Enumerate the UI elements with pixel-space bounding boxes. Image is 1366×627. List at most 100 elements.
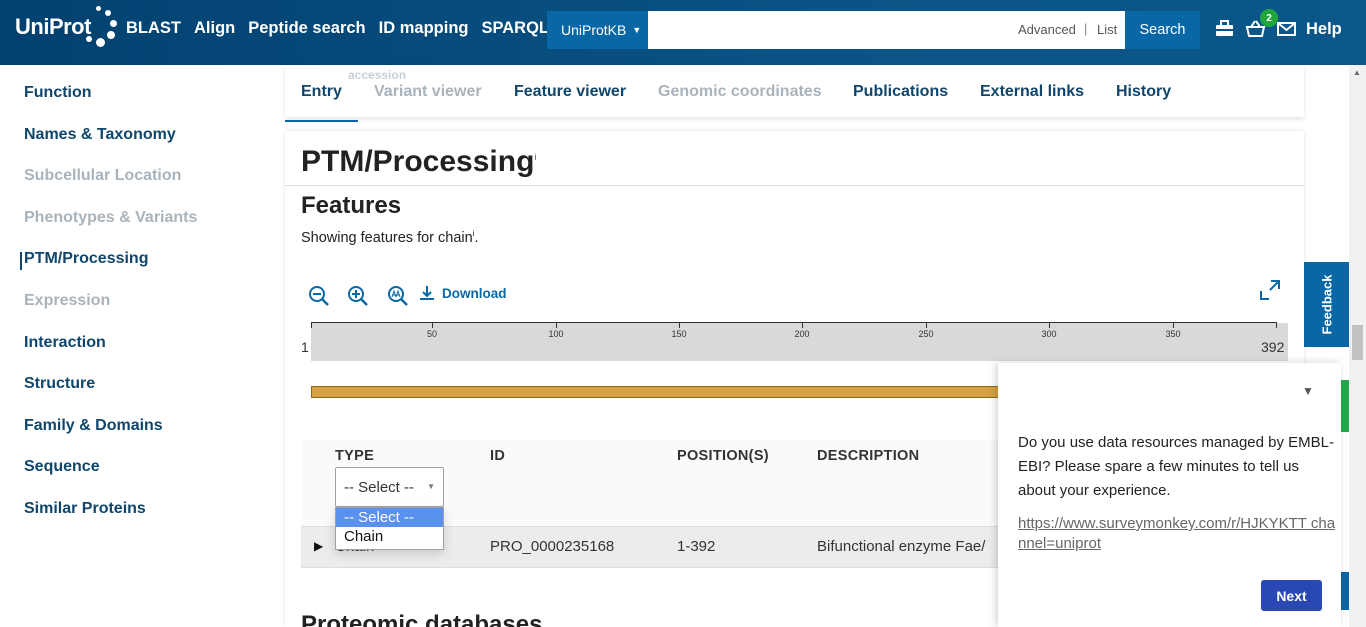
nav-id-mapping[interactable]: ID mapping xyxy=(379,19,469,38)
mail-icon[interactable] xyxy=(1276,19,1297,39)
type-filter-select[interactable]: -- Select -- ▼ xyxy=(335,467,444,507)
ruler-tick-label: 250 xyxy=(918,329,934,339)
ruler-tick xyxy=(679,322,680,328)
sidebar-item-ptm-processing[interactable]: PTM/Processing xyxy=(24,250,148,268)
tab-feature-viewer[interactable]: Feature viewer xyxy=(514,83,626,101)
column-header-type: TYPE xyxy=(335,448,375,464)
cell-description: Bifunctional enzyme Fae/ xyxy=(817,538,986,555)
tab-external-links[interactable]: External links xyxy=(980,83,1084,101)
ruler-tick xyxy=(1276,322,1277,328)
sidebar-item-interaction[interactable]: Interaction xyxy=(24,334,106,352)
survey-question: Do you use data resources managed by EMB… xyxy=(1018,434,1335,499)
survey-next-button[interactable]: Next xyxy=(1261,580,1322,611)
section-title-text: PTM/Processing xyxy=(301,145,535,178)
ruler-tick-label: 200 xyxy=(794,329,810,339)
ruler-end-label: 392 xyxy=(1261,339,1285,355)
list-search-link[interactable]: List xyxy=(1097,22,1117,37)
active-tab-indicator xyxy=(285,120,358,122)
feedback-label: Feedback xyxy=(1319,274,1335,335)
nav-sparql[interactable]: SPARQL xyxy=(481,19,549,38)
cell-position: 1-392 xyxy=(677,538,716,555)
tab-publications[interactable]: Publications xyxy=(853,83,948,101)
ruler-tick-label: 350 xyxy=(1165,329,1181,339)
sidebar-item-expression: Expression xyxy=(24,292,111,309)
ruler-tick-label: 300 xyxy=(1041,329,1057,339)
download-icon xyxy=(420,286,434,300)
search-button[interactable]: Search xyxy=(1125,11,1200,49)
section-divider xyxy=(285,185,1304,186)
help-link[interactable]: Help xyxy=(1306,20,1342,39)
sidebar-item-subcellular-location: Subcellular Location xyxy=(24,167,182,184)
download-label: Download xyxy=(442,285,507,301)
zoom-in-icon[interactable] xyxy=(347,285,369,312)
ruler-tick xyxy=(311,322,312,328)
features-subtitle-end: . xyxy=(474,229,479,246)
collapse-survey-icon[interactable]: ▼ xyxy=(1302,384,1314,398)
features-subtitle-text: Showing features for chain xyxy=(301,229,473,246)
ruler-tick xyxy=(432,322,433,328)
sidebar-item-sequence[interactable]: Sequence xyxy=(24,458,100,476)
basket-count-badge: 2 xyxy=(1260,9,1278,27)
tab-genomic-coordinates: Genomic coordinates xyxy=(658,83,822,100)
tab-history[interactable]: History xyxy=(1116,83,1171,101)
survey-accent xyxy=(1341,380,1349,432)
type-filter-dropdown: -- Select -- Chain xyxy=(335,507,444,550)
toolbox-icon[interactable] xyxy=(1214,19,1235,39)
column-header-positions: POSITION(S) xyxy=(677,448,769,464)
sidebar-item-names-taxonomy[interactable]: Names & Taxonomy xyxy=(24,126,176,144)
ruler-tick xyxy=(556,322,557,328)
survey-link[interactable]: https://www.surveymonkey.com/r/HJKYKTT c… xyxy=(1018,514,1336,554)
search-separator: | xyxy=(1084,21,1088,36)
expand-row-icon[interactable]: ▶ xyxy=(314,539,323,553)
sidebar-item-structure[interactable]: Structure xyxy=(24,375,95,393)
tab-entry[interactable]: Entry xyxy=(301,83,342,101)
section-title: PTM/Processingi xyxy=(301,145,536,179)
chain-feature-track[interactable] xyxy=(311,386,1011,398)
fullscreen-icon[interactable] xyxy=(1259,279,1281,306)
database-select[interactable]: UniProtKB ▼ xyxy=(547,11,648,49)
proteomic-databases-heading: Proteomic databases xyxy=(301,611,543,627)
column-header-description: DESCRIPTION xyxy=(817,448,920,464)
sidebar-item-similar-proteins[interactable]: Similar Proteins xyxy=(24,500,146,518)
info-icon[interactable]: i xyxy=(534,152,536,162)
ruler-tick-label: 100 xyxy=(548,329,564,339)
accession-label: accession xyxy=(348,68,407,82)
ruler-start-label: 1 xyxy=(301,339,309,355)
advanced-search-link[interactable]: Advanced xyxy=(1018,22,1076,37)
top-navigation: BLAST Align Peptide search ID mapping SP… xyxy=(126,19,562,38)
zoom-to-sequence-icon[interactable] xyxy=(387,285,409,312)
column-header-id: ID xyxy=(490,448,506,464)
scrollbar-thumb[interactable] xyxy=(1352,325,1363,360)
ruler-tick xyxy=(802,322,803,328)
cell-id: PRO_0000235168 xyxy=(490,538,615,555)
sidebar-item-phenotypes-variants: Phenotypes & Variants xyxy=(24,209,198,226)
tab-variant-viewer: Variant viewer xyxy=(374,83,482,100)
ruler-tick-label: 150 xyxy=(671,329,687,339)
header-icons xyxy=(1214,19,1297,39)
navigation-ruler xyxy=(311,322,1277,323)
ruler-tick xyxy=(1173,322,1174,328)
ruler-tick-label: 50 xyxy=(426,329,438,339)
type-filter-value: -- Select -- xyxy=(344,478,415,496)
ruler-tick xyxy=(926,322,927,328)
dropdown-option-select[interactable]: -- Select -- xyxy=(336,508,443,527)
download-button[interactable]: Download xyxy=(419,285,507,301)
nav-blast[interactable]: BLAST xyxy=(126,19,181,38)
sidebar-item-family-domains[interactable]: Family & Domains xyxy=(24,417,163,435)
zoom-out-icon[interactable] xyxy=(308,285,330,312)
sidebar-item-function[interactable]: Function xyxy=(24,84,92,102)
scroll-up-icon[interactable]: ▲ xyxy=(1353,68,1361,77)
ruler-tick xyxy=(1049,322,1050,328)
feedback-button[interactable]: Feedback xyxy=(1304,262,1349,347)
nav-align[interactable]: Align xyxy=(194,19,235,38)
features-subtitle: Showing features for chaini. xyxy=(301,229,479,246)
nav-peptide-search[interactable]: Peptide search xyxy=(248,19,365,38)
database-select-label: UniProtKB xyxy=(561,22,627,38)
chevron-down-icon: ▼ xyxy=(632,25,642,35)
sidebar-active-marker xyxy=(20,252,22,270)
logo-dots-icon xyxy=(80,4,120,50)
dropdown-option-chain[interactable]: Chain xyxy=(336,527,443,546)
survey-accent xyxy=(1341,572,1349,610)
features-heading: Features xyxy=(301,192,402,219)
chevron-down-icon: ▼ xyxy=(427,482,435,491)
